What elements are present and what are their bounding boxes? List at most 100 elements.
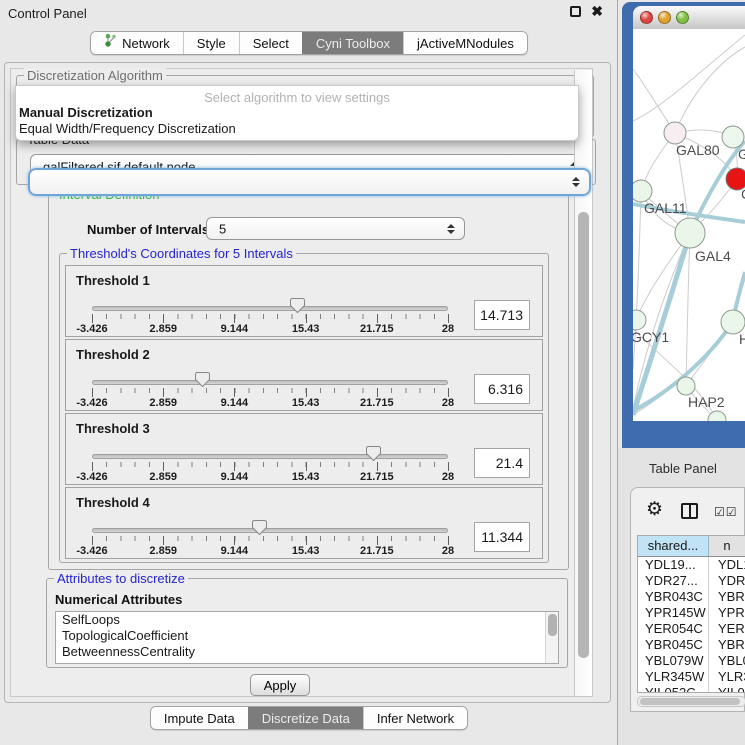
tab-label-select: Select	[253, 32, 289, 55]
table-cell[interactable]: YBR0	[709, 589, 745, 605]
table-row[interactable]: YER054CYER0	[638, 621, 745, 637]
slider-tick-label: 28	[442, 397, 454, 409]
table-row[interactable]: YBL079WYBL0	[638, 653, 745, 669]
select-columns-icon[interactable]: ☑☑	[714, 505, 738, 519]
node-label-h: H	[739, 331, 745, 347]
close-icon[interactable]: ✖	[591, 6, 603, 17]
tab-jactivemnodules[interactable]: jActiveMNodules	[403, 32, 527, 54]
table-cell[interactable]: YER0	[709, 621, 745, 637]
table-row[interactable]: YIL052CYIL0	[638, 685, 745, 693]
network-node-gcy1[interactable]	[633, 310, 646, 330]
control-panel-titlebar: Control Panel ✖	[0, 0, 617, 26]
combo-arrows-icon	[572, 177, 580, 187]
slider-major-tick	[377, 536, 378, 545]
table-cell[interactable]: YPR145W	[638, 605, 709, 621]
split-columns-icon[interactable]	[681, 503, 698, 519]
column-header-shared-name[interactable]: shared...	[638, 536, 709, 556]
float-window-icon[interactable]	[570, 6, 581, 17]
minimize-traffic-light-icon[interactable]	[658, 11, 671, 24]
table-row[interactable]: YLR345WYLR3	[638, 669, 745, 685]
slider-thumb[interactable]	[194, 371, 211, 388]
slider-thumb[interactable]	[289, 297, 306, 314]
table-horizontal-scrollbar[interactable]	[637, 696, 745, 707]
numerical-attributes-list[interactable]: SelfLoopsTopologicalCoefficientBetweenne…	[55, 611, 559, 664]
algorithm-option-equal-width[interactable]: Equal Width/Frequency Discretization	[16, 121, 578, 137]
attribute-item-betweennesscentrality[interactable]: BetweennessCentrality	[56, 644, 558, 660]
number-of-intervals-combobox[interactable]: 5	[206, 217, 465, 240]
tab-cyni-toolbox[interactable]: Cyni Toolbox	[302, 32, 403, 54]
slider-track[interactable]	[92, 528, 448, 533]
apply-button[interactable]: Apply	[250, 674, 310, 696]
mode-tab-impute-data[interactable]: Impute Data	[151, 707, 248, 729]
table-cell[interactable]: YLR3	[709, 669, 745, 685]
network-node-gal80[interactable]	[664, 122, 686, 144]
table-cell[interactable]: YDR2	[709, 573, 745, 589]
combo-arrows-icon	[447, 224, 455, 234]
network-node[interactable]	[708, 411, 726, 421]
slider-major-tick	[92, 462, 93, 471]
mode-tab-infer-network[interactable]: Infer Network	[363, 707, 467, 729]
table-row[interactable]: YDL19...YDL1	[638, 557, 745, 573]
slider-thumb[interactable]	[251, 519, 268, 536]
network-canvas[interactable]: GAL80GCGAL11GAL4GCY1HHAP2	[633, 29, 745, 421]
node-label-gal11: GAL11	[644, 200, 687, 216]
table-cell[interactable]: YLR345W	[638, 669, 709, 685]
slider-tick-label: 15.43	[292, 471, 320, 483]
table-row[interactable]: YBR045CYBR0	[638, 637, 745, 653]
attribute-item-selfloops[interactable]: SelfLoops	[56, 612, 558, 628]
zoom-traffic-light-icon[interactable]	[676, 11, 689, 24]
attribute-item-topologicalcoefficient[interactable]: TopologicalCoefficient	[56, 628, 558, 644]
table-cell[interactable]: YBL0	[709, 653, 745, 669]
table-cell[interactable]: YDR27...	[638, 573, 709, 589]
network-window-titlebar[interactable]	[633, 6, 745, 29]
number-of-intervals-value: 5	[219, 221, 226, 236]
threshold-value[interactable]: 6.316	[474, 374, 530, 404]
table-cell[interactable]: YPR1	[709, 605, 745, 621]
table-cell[interactable]: YER054C	[638, 621, 709, 637]
panel-scrollbar-thumb[interactable]	[578, 212, 589, 658]
network-node-gal11[interactable]	[633, 180, 652, 202]
close-traffic-light-icon[interactable]	[640, 11, 653, 24]
threshold-value[interactable]: 14.713	[474, 300, 530, 330]
list-scrollbar[interactable]	[545, 612, 558, 663]
thresholds-group-label: Threshold's Coordinates for 5 Intervals	[67, 246, 296, 261]
slider-thumb[interactable]	[365, 445, 382, 462]
threshold-value[interactable]: 11.344	[474, 522, 530, 552]
node-label-c: C	[741, 186, 745, 202]
slider-tick-label: 21.715	[360, 323, 394, 335]
slider-major-tick	[163, 462, 164, 471]
column-header-name[interactable]: n	[709, 536, 745, 556]
table-row[interactable]: YBR043CYBR0	[638, 589, 745, 605]
table-cell[interactable]: YDL1	[709, 557, 745, 573]
table-cell[interactable]: YIL052C	[638, 685, 709, 693]
tab-style[interactable]: Style	[183, 32, 239, 54]
slider-track[interactable]	[92, 454, 448, 459]
network-node-gal4[interactable]	[675, 218, 705, 248]
mode-tab-discretize-data[interactable]: Discretize Data	[248, 707, 363, 729]
slider-tick-label: 21.715	[360, 471, 394, 483]
slider-track[interactable]	[92, 306, 448, 311]
table-row[interactable]: YPR145WYPR1	[638, 605, 745, 621]
gear-icon[interactable]: ⚙	[646, 498, 663, 521]
table-cell[interactable]: YDL19...	[638, 557, 709, 573]
network-node-hap2[interactable]	[677, 377, 695, 395]
table-cell[interactable]: YBR0	[709, 637, 745, 653]
node-table[interactable]: shared... n YDL19...YDL1YDR27...YDR2YBR0…	[637, 535, 745, 693]
slider-track[interactable]	[92, 380, 448, 385]
tab-network[interactable]: Network	[91, 32, 183, 54]
threshold-value[interactable]: 21.4	[474, 448, 530, 478]
table-cell[interactable]: YIL0	[709, 685, 745, 693]
slider-tick-label: 2.859	[149, 397, 177, 409]
algorithm-combobox[interactable]	[28, 168, 591, 196]
table-hscrollbar-thumb[interactable]	[640, 698, 740, 705]
table-cell[interactable]: YBR045C	[638, 637, 709, 653]
algorithm-option-manual[interactable]: Manual Discretization	[16, 105, 578, 121]
table-cell[interactable]: YBL079W	[638, 653, 709, 669]
list-scrollbar-thumb[interactable]	[548, 614, 557, 636]
table-row[interactable]: YDR27...YDR2	[638, 573, 745, 589]
network-node-g[interactable]	[722, 126, 744, 148]
panel-scrollbar[interactable]	[574, 70, 592, 696]
panel-title: Control Panel	[8, 6, 87, 21]
tab-select[interactable]: Select	[239, 32, 302, 54]
table-cell[interactable]: YBR043C	[638, 589, 709, 605]
